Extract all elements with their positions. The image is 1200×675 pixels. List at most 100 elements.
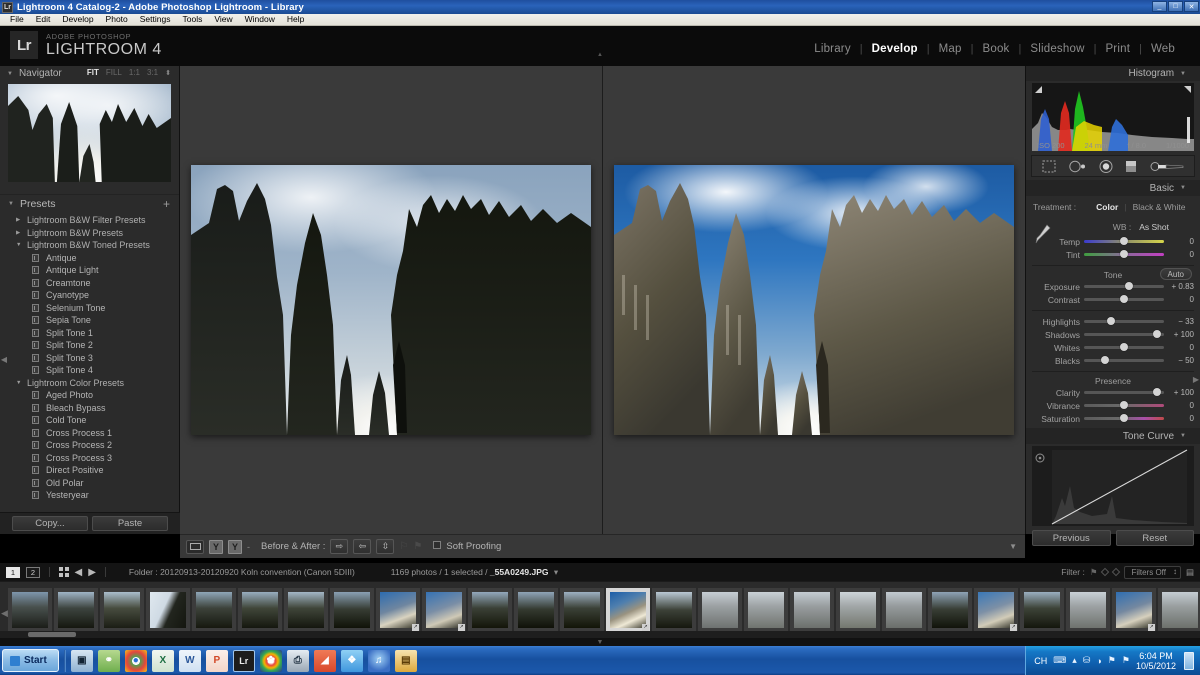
develop-badge-icon[interactable]: ↗	[642, 623, 649, 631]
close-button[interactable]: ✕	[1184, 1, 1199, 12]
menu-window[interactable]: Window	[239, 14, 281, 25]
reader-icon[interactable]: ◢	[313, 649, 336, 672]
slider-track[interactable]	[1084, 413, 1164, 422]
filmstrip-thumbnail[interactable]	[1158, 587, 1200, 632]
treatment-color-option[interactable]: Color	[1096, 202, 1118, 212]
preset-group-color[interactable]: ▼ Lightroom Color Presets	[0, 377, 179, 390]
preset-item[interactable]: Split Tone 2	[0, 339, 179, 352]
develop-badge-icon[interactable]: ↗	[412, 623, 419, 631]
clock[interactable]: 6:04 PM 10/5/2012	[1136, 651, 1176, 671]
tone-curve-graph[interactable]	[1032, 446, 1194, 526]
slider-knob[interactable]	[1124, 281, 1133, 290]
slider-whites[interactable]: Whites 0	[1026, 341, 1200, 354]
after-pane[interactable]	[603, 66, 1025, 534]
slider-saturation[interactable]: Saturation 0	[1026, 412, 1200, 425]
slider-knob[interactable]	[1107, 316, 1116, 325]
page-2-button[interactable]: 2	[26, 566, 40, 578]
preset-item[interactable]: Cyanotype	[0, 289, 179, 302]
preset-item[interactable]: Bleach Bypass	[0, 402, 179, 415]
zoom-mode-1-1[interactable]: 1:1	[129, 68, 140, 77]
preset-item[interactable]: Old Polar	[0, 477, 179, 490]
filmstrip-thumbnail[interactable]: ↗	[376, 587, 420, 632]
previous-button[interactable]: Previous	[1032, 530, 1111, 546]
filmstrip-thumbnail[interactable]	[284, 587, 328, 632]
filmstrip-thumbnail[interactable]	[836, 587, 880, 632]
slider-track[interactable]	[1084, 281, 1164, 290]
copy-before-settings-button[interactable]: ⇨	[330, 539, 349, 554]
zoom-stepper-icon[interactable]: ⬍	[165, 69, 171, 77]
filmstrip-thumbnail[interactable]	[560, 587, 604, 632]
preset-item[interactable]: Cross Process 3	[0, 452, 179, 465]
preset-item[interactable]: Antique	[0, 252, 179, 265]
slider-track[interactable]	[1084, 236, 1164, 245]
filmstrip-thumbnail[interactable]	[1066, 587, 1110, 632]
slider-knob[interactable]	[1152, 387, 1161, 396]
menu-develop[interactable]: Develop	[56, 14, 99, 25]
flag-tray-icon[interactable]: ⚑	[1122, 655, 1130, 666]
before-after-right-button[interactable]: Y	[228, 539, 242, 554]
wb-preset-dropdown[interactable]: As Shot	[1139, 222, 1169, 232]
filmstrip-thumbnail[interactable]	[468, 587, 512, 632]
histogram-graph[interactable]: ISO 200 24 mm f / 8.0 1/1000	[1032, 83, 1194, 151]
zoom-mode-fill[interactable]: FILL	[106, 68, 122, 77]
filmstrip-thumbnail[interactable]	[100, 587, 144, 632]
zoom-mode-fit[interactable]: FIT	[87, 68, 99, 77]
slider-highlights[interactable]: Highlights − 33	[1026, 315, 1200, 328]
dropbox-icon[interactable]: ❖	[340, 649, 363, 672]
filmstrip-thumbnail[interactable]	[652, 587, 696, 632]
filmstrip-thumbnail[interactable]	[928, 587, 972, 632]
filmstrip-left-grip[interactable]: ◀	[1, 608, 8, 619]
show-desktop-button[interactable]	[1184, 651, 1194, 670]
menu-edit[interactable]: Edit	[30, 14, 57, 25]
filmstrip-thumbnail[interactable]	[146, 587, 190, 632]
menu-help[interactable]: Help	[281, 14, 310, 25]
preset-item[interactable]: Sepia Tone	[0, 314, 179, 327]
color-label-filter-icon-2[interactable]	[1112, 567, 1121, 577]
slider-knob[interactable]	[1120, 236, 1128, 245]
slider-clarity[interactable]: Clarity + 100	[1026, 386, 1200, 399]
develop-badge-icon[interactable]: ↗	[458, 623, 465, 631]
action-center-icon[interactable]: ⚑	[1108, 655, 1116, 666]
forward-arrow-icon[interactable]: ▶	[88, 567, 96, 578]
network-tray-icon[interactable]: ⛁	[1083, 655, 1091, 666]
source-folder-label[interactable]: Folder : 20120913-20120920 Koln conventi…	[129, 567, 355, 577]
develop-badge-icon[interactable]: ↗	[1010, 623, 1017, 631]
slider-track[interactable]	[1084, 316, 1164, 325]
filmstrip-thumbnail[interactable]	[882, 587, 926, 632]
slider-knob[interactable]	[1120, 400, 1128, 409]
filmstrip-thumbnail[interactable]: ↗	[1112, 587, 1156, 632]
graduated-filter-tool-icon[interactable]	[1125, 160, 1137, 173]
filmstrip-thumbnail[interactable]	[744, 587, 788, 632]
treatment-bw-option[interactable]: Black & White	[1133, 202, 1186, 212]
soft-proofing-checkbox[interactable]	[433, 541, 442, 549]
slider-knob[interactable]	[1152, 329, 1161, 338]
filmstrip-thumbnail[interactable]	[8, 587, 52, 632]
filmstrip-thumbnail[interactable]	[790, 587, 834, 632]
slider-knob[interactable]	[1100, 355, 1109, 364]
filmstrip-thumbnail[interactable]: ↗	[974, 587, 1018, 632]
slider-track[interactable]	[1084, 294, 1164, 303]
page-1-button[interactable]: 1	[6, 566, 20, 578]
shadow-clipping-indicator[interactable]	[1035, 86, 1042, 93]
network-icon[interactable]: ⚭	[97, 649, 120, 672]
slider-contrast[interactable]: Contrast 0	[1026, 293, 1200, 306]
slider-knob[interactable]	[1120, 342, 1128, 351]
keyboard-icon[interactable]: ⌨	[1053, 655, 1066, 666]
itunes-icon[interactable]: ♫	[367, 649, 390, 672]
filmstrip-thumbnail-selected[interactable]: ↗	[606, 587, 650, 632]
maximize-button[interactable]: □	[1168, 1, 1183, 12]
menu-photo[interactable]: Photo	[100, 14, 134, 25]
slider-track[interactable]	[1084, 355, 1164, 364]
after-photo[interactable]	[614, 165, 1014, 435]
filter-preset-dropdown[interactable]: Filters Off	[1124, 565, 1181, 579]
preset-item[interactable]: Selenium Tone	[0, 302, 179, 315]
left-panel-grip[interactable]: ◀	[0, 346, 8, 372]
show-hidden-icons-icon[interactable]: ▴	[1072, 655, 1077, 666]
spot-removal-tool-icon[interactable]	[1068, 160, 1087, 173]
word-icon[interactable]: W	[178, 649, 201, 672]
copy-button[interactable]: Copy...	[12, 516, 88, 531]
preset-item[interactable]: Direct Positive	[0, 464, 179, 477]
slider-vibrance[interactable]: Vibrance 0	[1026, 399, 1200, 412]
preset-group-bw-filter[interactable]: ▶ Lightroom B&W Filter Presets	[0, 214, 179, 227]
filmstrip-bottom-grip[interactable]: ▼	[0, 638, 1200, 646]
